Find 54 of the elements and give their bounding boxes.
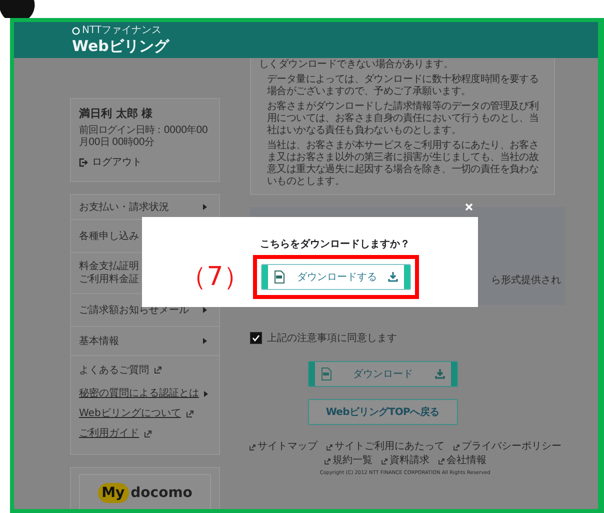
external-link-icon: [438, 458, 444, 464]
user-name: 満日利 太郎 様: [79, 107, 154, 121]
menu-item[interactable]: 基本情報: [71, 327, 219, 356]
back-button[interactable]: WebビリングTOPへ戻る: [308, 399, 458, 425]
external-link-icon: [144, 430, 152, 438]
dialog-question: こちらをダウンロードしますか？: [260, 238, 410, 251]
notice-text: しくダウンロードできない場合があります。: [259, 59, 454, 71]
menu-item[interactable]: よくあるご質問: [71, 356, 219, 384]
notice-bullet: 当社は、お客さまが本サービスをご利用するにあたり、お客さま又はお客さま以外の第三者に損害が生じましても、当社の故意又は重大な過失に起因する場合を除き、一切の責任を負わないものとします。: [266, 140, 540, 188]
pdf-file-icon: [320, 367, 332, 381]
annotation-label: （7）: [180, 262, 250, 292]
external-link-icon: [186, 410, 194, 418]
site-title[interactable]: Webビリング: [72, 37, 598, 55]
info-text: ら形式提供され: [491, 274, 561, 287]
download-icon: [388, 272, 398, 282]
arrow-icon: [204, 391, 208, 397]
my-badge: My: [98, 483, 129, 503]
brand-name: NTTファイナンス: [82, 25, 162, 37]
download-icon: [434, 369, 444, 379]
download-button[interactable]: ダウンロードする: [261, 264, 412, 290]
notice-bullet: お客さまがダウンロードした請求情報等のデータの管理及び利用については、お客さま自身の責任において行うものとし、当社はいかなる責任も負わないものとします。: [266, 101, 540, 137]
logout-icon: [79, 158, 88, 166]
footer-link[interactable]: 資料請求: [390, 455, 430, 467]
arrow-icon: [203, 204, 207, 210]
footer-link[interactable]: プライバシーポリシー: [462, 441, 562, 453]
external-link-icon: [154, 366, 162, 374]
external-link-icon: [324, 458, 330, 464]
last-login-text: 前回ログイン日時：0000年00月00日 00時00分: [79, 125, 209, 149]
help-link[interactable]: ご利用ガイド: [79, 428, 139, 440]
arrow-icon: [203, 307, 207, 313]
docomo-text: docomo: [130, 485, 192, 501]
footer-link[interactable]: 規約一覧: [332, 455, 372, 467]
footer-link[interactable]: サイトマップ: [258, 441, 318, 453]
footer-link[interactable]: 会社情報: [446, 455, 486, 467]
step-badge-icon: [0, 0, 36, 18]
external-link-icon: [326, 444, 332, 450]
close-button[interactable]: [464, 202, 474, 212]
checkbox[interactable]: [250, 332, 262, 344]
arrow-icon: [203, 338, 207, 344]
pdf-file-icon: [274, 270, 286, 284]
external-link-icon: [248, 444, 256, 450]
logout-link[interactable]: ログアウト: [79, 155, 211, 169]
external-link-icon: [452, 444, 460, 450]
logo-icon: [72, 27, 80, 35]
download-button[interactable]: ダウンロード: [308, 361, 458, 387]
help-link[interactable]: 秘密の質問による認証とは: [79, 388, 199, 400]
notice-bullet: データ量によっては、ダウンロードに数十秒程度時間を要する場合がございますので、予めご了承願います。: [266, 74, 540, 98]
help-link[interactable]: Webビリングについて: [79, 408, 181, 420]
agree-label: 上記の注意事項に同意します: [267, 332, 397, 345]
footer-link[interactable]: サイトご利用にあたって: [334, 441, 444, 453]
mydocomo-banner[interactable]: My docomo: [79, 474, 211, 509]
external-link-icon: [380, 458, 388, 464]
close-icon: [465, 203, 473, 211]
check-icon: [252, 334, 260, 342]
